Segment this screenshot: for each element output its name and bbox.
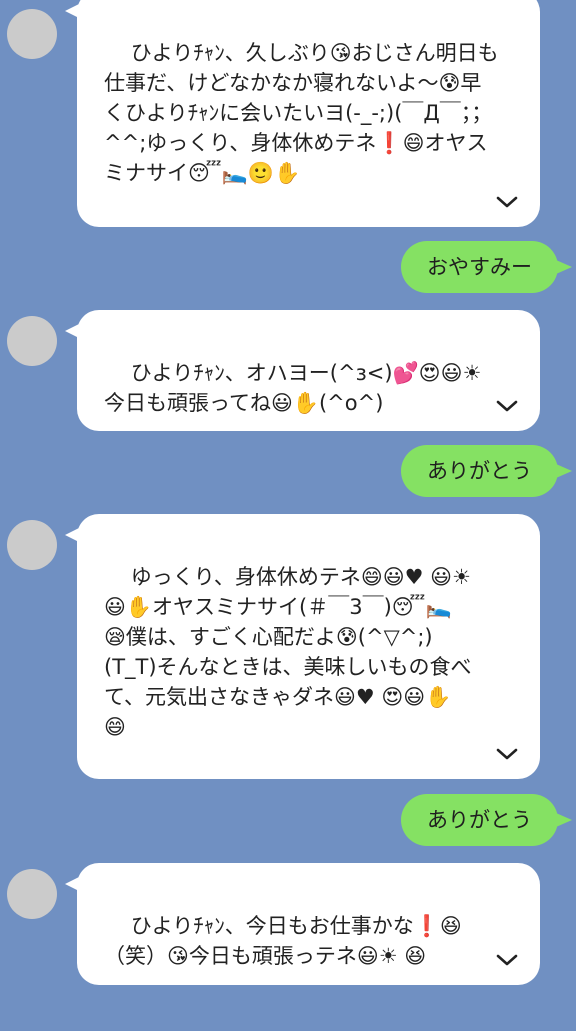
message-text: ひよりﾁｬﾝ、今日もお仕事かな❗😆 （笑）😘今日も頑張っテネ😃☀ 😆 [104, 914, 462, 968]
avatar[interactable] [7, 316, 57, 366]
outgoing-message-bubble[interactable]: ありがとう [401, 445, 572, 497]
message-text: ひよりﾁｬﾝ、オハヨー(^з<)💕😍😃☀ 今日も頑張ってね😃✋(^o^) [104, 361, 482, 415]
incoming-message-bubble[interactable]: ゆっくり、身体休めテネ😄😃♥ 😃☀ 😃✋オヤスミナサイ(＃￣3￣)😴🛌 😪僕は、… [65, 514, 540, 779]
message-text: おやすみー [427, 255, 532, 279]
incoming-message-bubble[interactable]: ひよりﾁｬﾝ、今日もお仕事かな❗😆 （笑）😘今日も頑張っテネ😃☀ 😆 [65, 863, 540, 985]
avatar[interactable] [7, 520, 57, 570]
chevron-down-icon[interactable] [496, 747, 518, 761]
chat-thread: ひよりﾁｬﾝ、久しぶり😘おじさん明日も仕事だ、けどなかなか寝れないよ〜😰早くひよ… [0, 0, 576, 1003]
avatar[interactable] [7, 9, 57, 59]
chevron-down-icon[interactable] [496, 953, 518, 967]
message-text: ありがとう [427, 808, 532, 832]
incoming-message-bubble[interactable]: ひよりﾁｬﾝ、オハヨー(^з<)💕😍😃☀ 今日も頑張ってね😃✋(^o^) [65, 310, 540, 431]
chevron-down-icon[interactable] [496, 399, 518, 413]
message-text: ゆっくり、身体休めテネ😄😃♥ 😃☀ 😃✋オヤスミナサイ(＃￣3￣)😴🛌 😪僕は、… [104, 565, 472, 739]
incoming-message-bubble[interactable]: ひよりﾁｬﾝ、久しぶり😘おじさん明日も仕事だ、けどなかなか寝れないよ〜😰早くひよ… [65, 0, 540, 227]
chevron-down-icon[interactable] [496, 195, 518, 209]
outgoing-message-bubble[interactable]: おやすみー [401, 241, 572, 293]
message-text: ありがとう [427, 459, 532, 483]
avatar[interactable] [7, 869, 57, 919]
message-text: ひよりﾁｬﾝ、久しぶり😘おじさん明日も仕事だ、けどなかなか寝れないよ〜😰早くひよ… [104, 41, 499, 185]
outgoing-message-bubble[interactable]: ありがとう [401, 794, 572, 846]
